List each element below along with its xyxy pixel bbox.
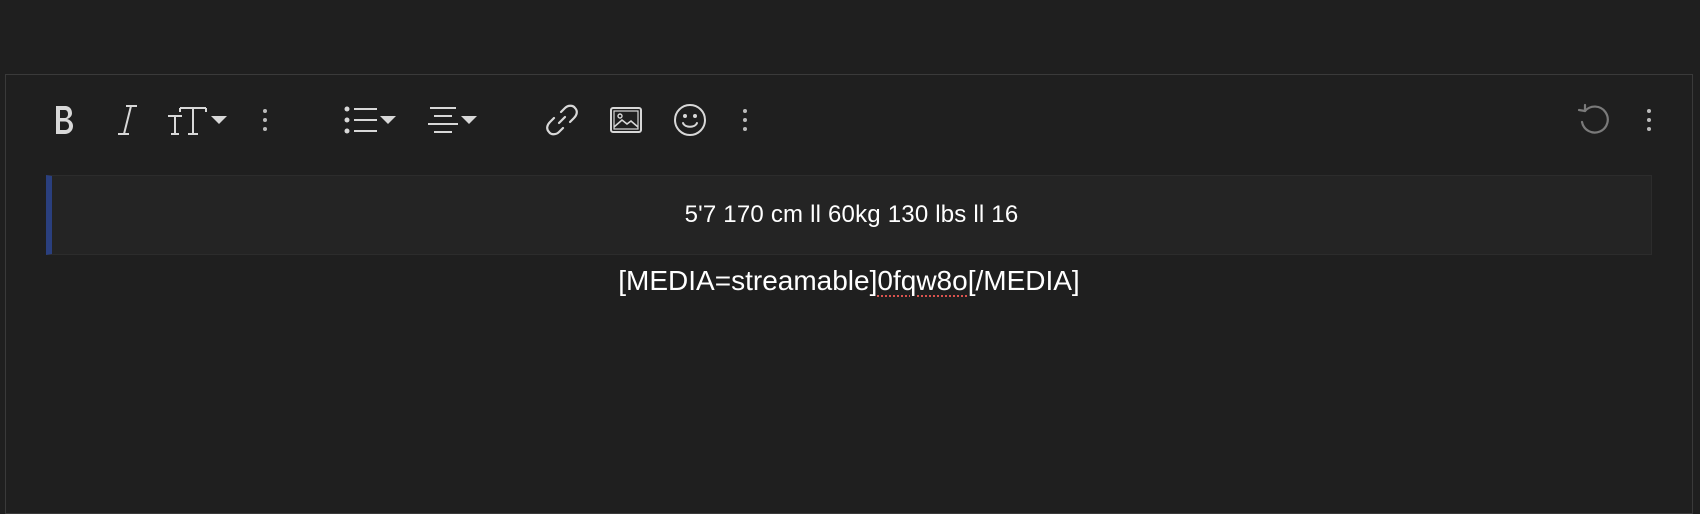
list-icon bbox=[343, 103, 379, 137]
emoji-button[interactable] bbox=[668, 97, 712, 143]
more-text-options-button[interactable] bbox=[250, 97, 280, 143]
more-vertical-icon bbox=[1646, 108, 1652, 132]
media-id-misspelled: 0fqw8o bbox=[877, 265, 968, 296]
italic-button[interactable] bbox=[106, 97, 150, 143]
list-button[interactable] bbox=[338, 97, 402, 143]
more-options-button[interactable] bbox=[1634, 97, 1664, 143]
media-open-tag: [MEDIA=streamable] bbox=[618, 265, 878, 296]
link-icon bbox=[544, 102, 580, 138]
more-vertical-icon bbox=[742, 108, 748, 132]
rich-text-editor: 5'7 170 cm ll 60kg 130 lbs ll 16 [MEDIA=… bbox=[5, 74, 1693, 514]
italic-icon bbox=[115, 103, 141, 137]
chevron-down-icon bbox=[460, 114, 478, 126]
image-button[interactable] bbox=[604, 97, 648, 143]
align-button[interactable] bbox=[420, 97, 484, 143]
link-button[interactable] bbox=[540, 97, 584, 143]
media-bbcode-line[interactable]: [MEDIA=streamable]0fqw8o[/MEDIA] bbox=[6, 265, 1692, 297]
bold-icon bbox=[50, 103, 78, 137]
chevron-down-icon bbox=[210, 114, 228, 126]
text-size-button[interactable] bbox=[162, 97, 232, 143]
editor-toolbar bbox=[6, 75, 1692, 165]
undo-icon bbox=[1576, 102, 1612, 138]
text-size-icon bbox=[166, 103, 210, 137]
blockquote[interactable]: 5'7 170 cm ll 60kg 130 lbs ll 16 bbox=[46, 175, 1652, 255]
align-icon bbox=[426, 103, 460, 137]
bold-button[interactable] bbox=[42, 97, 86, 143]
more-vertical-icon bbox=[262, 108, 268, 132]
media-close-tag: [/MEDIA] bbox=[967, 265, 1080, 296]
more-insert-options-button[interactable] bbox=[730, 97, 760, 143]
smiley-icon bbox=[672, 102, 708, 138]
chevron-down-icon bbox=[379, 114, 397, 126]
image-icon bbox=[609, 106, 643, 134]
quote-text: 5'7 170 cm ll 60kg 130 lbs ll 16 bbox=[684, 201, 1019, 228]
editor-content-area[interactable]: 5'7 170 cm ll 60kg 130 lbs ll 16 [MEDIA=… bbox=[6, 175, 1692, 505]
undo-button[interactable] bbox=[1572, 97, 1616, 143]
